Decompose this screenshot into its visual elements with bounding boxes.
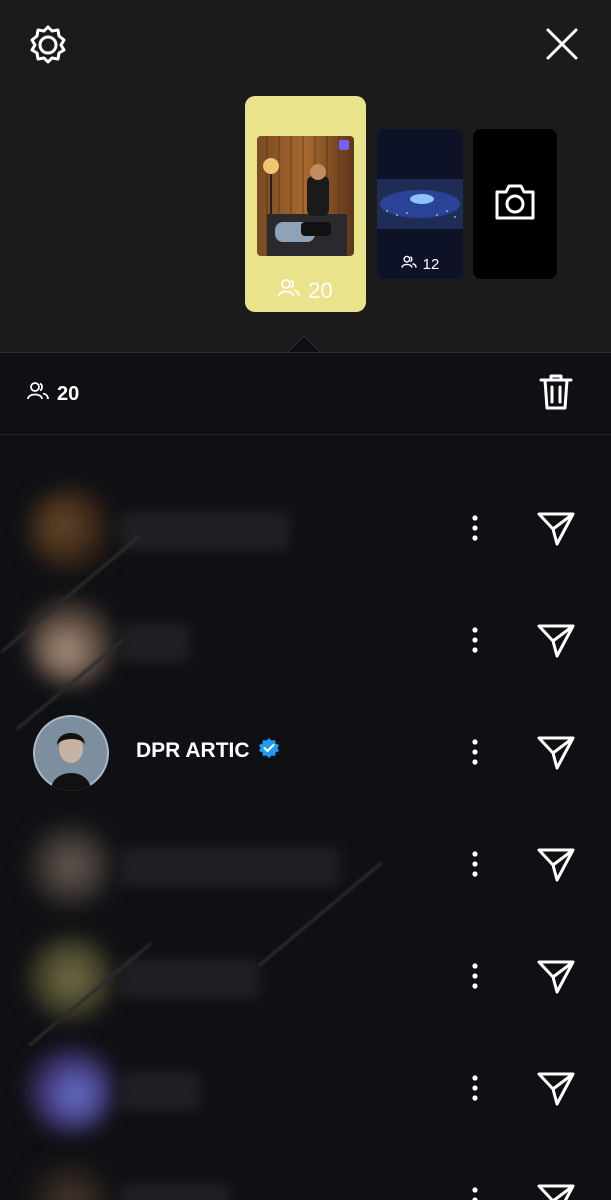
story-thumbnail[interactable]: 12 [377,129,463,279]
avatar [28,487,114,573]
avatar [28,823,114,909]
close-button[interactable] [538,22,586,70]
more-vertical-icon [471,626,479,659]
more-options-button[interactable] [458,849,492,883]
close-icon [545,27,579,66]
more-vertical-icon [471,850,479,883]
camera-icon [493,182,537,227]
send-icon [536,510,576,553]
story-photo [257,136,354,256]
send-button[interactable] [534,621,578,665]
viewer-name: DPR ARTIC [136,737,280,765]
viewer-name-redacted [120,623,190,663]
send-icon [536,734,576,777]
avatar [28,1047,114,1133]
delete-story-button[interactable] [535,373,577,415]
more-options-button[interactable] [458,737,492,771]
more-vertical-icon [471,962,479,995]
send-button[interactable] [534,845,578,889]
send-button[interactable] [534,1181,578,1200]
viewer-row[interactable] [0,921,611,1033]
send-icon [536,1182,576,1200]
avatar[interactable] [33,715,109,791]
more-options-button[interactable] [458,1073,492,1107]
settings-button[interactable] [24,22,72,70]
more-vertical-icon [471,514,479,547]
send-icon [536,622,576,665]
viewer-name-redacted [120,1071,200,1111]
viewer-count-label: 20 [57,382,80,405]
story-viewer-count: 12 [377,255,463,273]
story-viewer-count-label: 12 [422,255,440,273]
more-options-button[interactable] [458,513,492,547]
story-thumbnail-selected[interactable]: 20 [245,96,366,312]
viewers-icon [400,255,417,273]
avatar [28,599,114,685]
selection-pointer [286,335,322,354]
viewer-name-redacted [120,1183,230,1200]
viewer-name-redacted [120,959,260,999]
more-options-button[interactable] [458,1185,492,1200]
viewer-name-redacted [120,847,340,887]
send-icon [536,846,576,889]
viewer-row[interactable]: DPR ARTIC [0,697,611,809]
viewer-name-label: DPR ARTIC [136,739,250,762]
send-icon [536,1070,576,1113]
viewers-sheet-header: 20 [0,353,611,435]
gear-icon [28,24,68,69]
viewers-sheet: 20 DPR ARTIC [0,352,611,1200]
more-options-button[interactable] [458,961,492,995]
story-viewer-count: 20 [245,278,366,304]
story-viewer-count-label: 20 [308,278,333,303]
viewer-name-redacted [120,511,290,551]
send-button[interactable] [534,957,578,1001]
more-vertical-icon [471,738,479,771]
send-button[interactable] [534,509,578,553]
trash-icon [539,373,573,416]
viewer-row[interactable] [0,1033,611,1145]
viewer-row[interactable] [0,473,611,585]
viewer-count: 20 [27,381,79,407]
viewer-row[interactable] [0,585,611,697]
send-icon [536,958,576,1001]
add-story-camera-button[interactable] [473,129,557,279]
more-options-button[interactable] [458,625,492,659]
more-vertical-icon [471,1074,479,1107]
viewers-icon [278,278,301,304]
story-tray: 20 12 [0,0,611,354]
viewers-icon [27,381,49,407]
send-button[interactable] [534,733,578,777]
more-vertical-icon [471,1186,479,1200]
send-button[interactable] [534,1069,578,1113]
viewer-row[interactable] [0,809,611,921]
avatar [28,1159,114,1200]
verified-badge-icon [258,737,280,765]
viewer-row[interactable] [0,1145,611,1200]
